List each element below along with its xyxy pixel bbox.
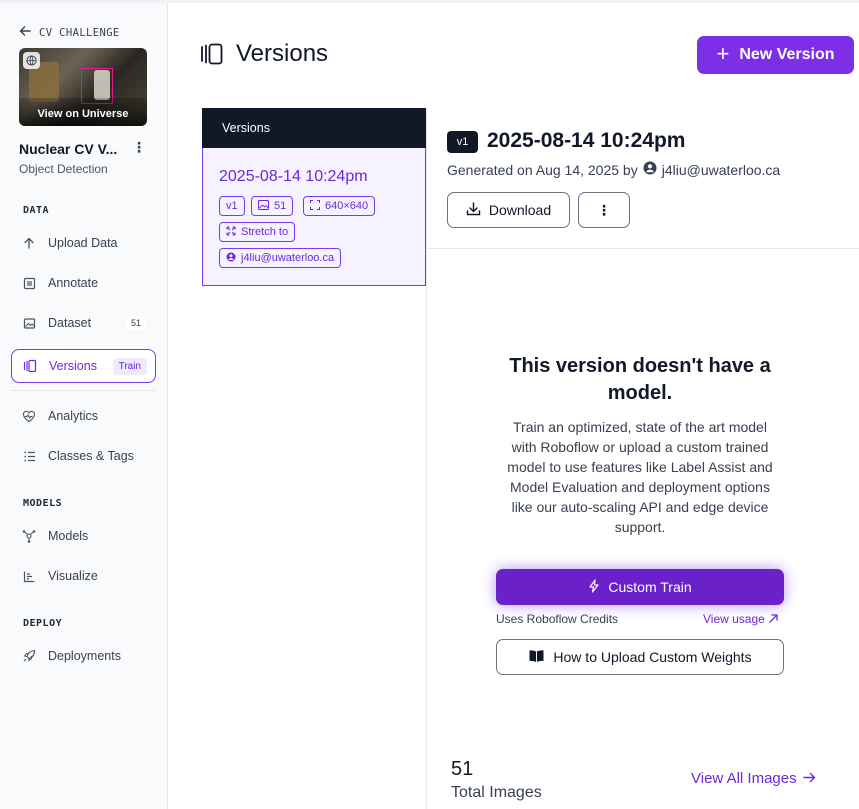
rocket-icon — [22, 649, 36, 663]
version-title: 2025-08-14 10:24pm — [487, 129, 686, 152]
version-tag-chip: v1 — [219, 196, 245, 216]
versions-icon — [200, 43, 224, 70]
sidebar-item-label: Analytics — [48, 409, 99, 423]
upload-weights-label: How to Upload Custom Weights — [553, 649, 752, 665]
sidebar-item-classes-tags[interactable]: Classes & Tags — [11, 439, 156, 473]
version-badge: v1 — [447, 131, 478, 153]
more-vertical-icon[interactable]: ⋮ — [132, 139, 146, 156]
sidebar-item-label: Versions — [49, 359, 97, 373]
section-label-models: MODELS — [23, 498, 63, 509]
version-list-item[interactable]: 2025-08-14 10:24pm v1 51 640×640 Stretch… — [202, 148, 426, 286]
view-on-universe-link[interactable]: View on Universe — [19, 98, 147, 126]
sidebar-item-visualize[interactable]: Visualize — [11, 559, 156, 593]
sidebar-item-analytics[interactable]: Analytics — [11, 399, 156, 433]
classes-icon — [22, 449, 36, 463]
resize-chip: 640×640 — [303, 196, 376, 216]
generated-prefix: Generated on Aug 14, 2025 by — [447, 161, 638, 178]
train-badge: Train — [112, 357, 147, 375]
no-model-description: Train an optimized, state of the art mod… — [507, 419, 773, 535]
view-usage-link[interactable]: View usage — [703, 612, 778, 626]
section-label-data: DATA — [23, 205, 50, 216]
transform-text: Stretch to — [241, 226, 289, 238]
sidebar-item-deployments[interactable]: Deployments — [11, 639, 156, 673]
version-tag-text: v1 — [226, 200, 238, 212]
stretch-icon — [226, 226, 236, 239]
project-thumbnail[interactable]: View on Universe — [19, 48, 147, 126]
sidebar-item-models[interactable]: Models — [11, 519, 156, 553]
sidebar-item-label: Visualize — [48, 569, 98, 583]
custom-train-label: Custom Train — [608, 579, 692, 595]
more-vertical-icon: ⋮ — [597, 201, 611, 218]
new-version-label: New Version — [739, 46, 835, 63]
sidebar-item-versions[interactable]: Versions Train — [11, 349, 156, 383]
back-link[interactable]: CV CHALLENGE — [19, 25, 120, 40]
sidebar-item-label: Classes & Tags — [48, 449, 134, 463]
transform-chip: Stretch to — [219, 222, 296, 242]
sidebar-item-label: Upload Data — [48, 236, 118, 250]
credits-note: Uses Roboflow Credits — [496, 612, 619, 626]
models-icon — [22, 529, 36, 543]
upload-custom-weights-button[interactable]: How to Upload Custom Weights — [496, 639, 784, 675]
dataset-count-badge: 51 — [125, 316, 146, 330]
download-button[interactable]: Download — [447, 192, 570, 228]
no-model-title: This version doesn't have a model. — [509, 355, 771, 404]
download-icon — [466, 201, 481, 219]
new-version-button[interactable]: + New Version — [697, 36, 854, 74]
lightning-icon — [588, 578, 600, 596]
user-circle-icon — [643, 161, 657, 178]
custom-train-button[interactable]: Custom Train — [496, 569, 784, 605]
author-chip: j4liu@uwaterloo.ca — [219, 248, 342, 268]
user-circle-icon — [226, 252, 236, 265]
sidebar-item-annotate[interactable]: Annotate — [11, 266, 156, 300]
total-images-label: Total Images — [451, 784, 542, 801]
generated-info: Generated on Aug 14, 2025 by j4liu@uwate… — [447, 161, 780, 178]
versions-list-header: Versions — [202, 108, 426, 148]
resize-text: 640×640 — [325, 200, 369, 212]
analytics-icon — [22, 409, 36, 423]
sidebar-divider — [11, 390, 156, 391]
version-date: 2025-08-14 10:24pm — [219, 168, 368, 185]
upload-icon — [22, 236, 36, 250]
sidebar-item-label: Dataset — [48, 316, 92, 330]
more-options-button[interactable]: ⋮ — [578, 192, 630, 228]
arrow-left-icon — [19, 25, 31, 40]
project-name: Nuclear CV V... — [19, 141, 118, 157]
sidebar-item-label: Models — [48, 529, 89, 543]
sidebar-item-label: Deployments — [48, 649, 121, 663]
globe-icon — [23, 52, 40, 69]
dataset-icon — [22, 316, 36, 330]
sidebar-item-dataset[interactable]: Dataset 51 — [11, 306, 156, 340]
annotate-icon — [22, 276, 36, 290]
plus-icon: + — [716, 41, 730, 66]
detail-divider — [427, 248, 859, 249]
sidebar-item-upload-data[interactable]: Upload Data — [11, 226, 156, 260]
versions-icon — [23, 359, 37, 373]
arrow-right-icon — [802, 770, 816, 787]
view-usage-label: View usage — [703, 612, 765, 626]
resize-icon — [310, 199, 320, 213]
column-divider — [426, 108, 427, 809]
arrow-up-right-icon — [769, 612, 778, 626]
generated-author[interactable]: j4liu@uwaterloo.ca — [662, 162, 781, 178]
sidebar: CV CHALLENGE View on Universe Nuclear CV… — [0, 3, 168, 809]
image-count-text: 51 — [274, 200, 287, 212]
sidebar-item-label: Annotate — [48, 276, 99, 290]
view-all-images-label: View All Images — [691, 770, 797, 787]
view-all-images-link[interactable]: View All Images — [691, 770, 816, 787]
back-link-label: CV CHALLENGE — [39, 26, 120, 39]
page-title: Versions — [236, 40, 329, 67]
project-type: Object Detection — [19, 162, 108, 176]
download-label: Download — [488, 202, 552, 218]
author-text: j4liu@uwaterloo.ca — [241, 252, 335, 264]
image-icon — [258, 199, 269, 213]
book-icon — [528, 649, 545, 666]
visualize-icon — [22, 569, 36, 583]
total-images-count: 51 — [451, 758, 474, 780]
section-label-deploy: DEPLOY — [23, 618, 63, 629]
image-count-chip: 51 — [251, 196, 294, 216]
